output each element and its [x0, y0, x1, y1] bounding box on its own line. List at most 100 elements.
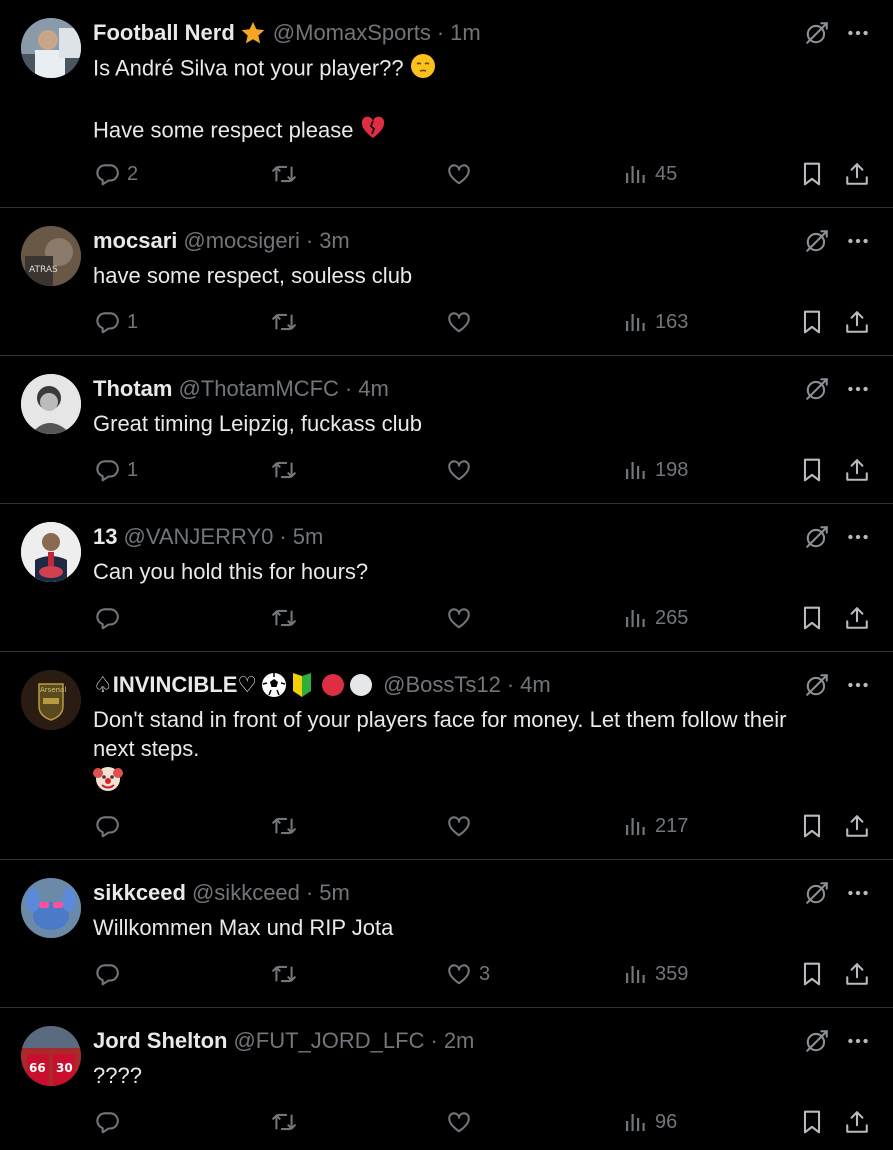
- share-button[interactable]: [844, 960, 870, 988]
- timestamp[interactable]: 3m: [319, 228, 350, 254]
- like-button[interactable]: [446, 812, 479, 840]
- bookmark-button[interactable]: [799, 308, 825, 336]
- more-icon[interactable]: [845, 524, 871, 550]
- svg-text:Arsenal: Arsenal: [40, 686, 66, 694]
- share-button[interactable]: [844, 160, 870, 188]
- tweet[interactable]: 13 @VANJERRY0 · 5m Can you hold this for…: [0, 504, 893, 651]
- timestamp[interactable]: 5m: [293, 524, 324, 550]
- reply-button[interactable]: [94, 1108, 127, 1136]
- retweet-icon: [271, 1109, 297, 1135]
- author-handle[interactable]: @FUT_JORD_LFC: [233, 1028, 424, 1054]
- author-handle[interactable]: @ThotamMCFC: [178, 376, 338, 402]
- more-icon[interactable]: [845, 20, 871, 46]
- grok-icon[interactable]: [804, 672, 830, 698]
- author-name[interactable]: ♤INVINCIBLE♡: [93, 672, 257, 698]
- author-name[interactable]: Thotam: [93, 376, 172, 402]
- tweet[interactable]: 66 30 Jord Shelton @FUT_JORD_LFC · 2m ???…: [0, 1008, 893, 1150]
- tweet[interactable]: Arsenal ♤INVINCIBLE♡ @BossTs12 · 4m Don'…: [0, 652, 893, 859]
- avatar[interactable]: Arsenal: [21, 670, 81, 730]
- reply-button[interactable]: [94, 812, 127, 840]
- bookmark-button[interactable]: [799, 960, 825, 988]
- retweet-button[interactable]: [271, 1108, 297, 1136]
- like-button[interactable]: [446, 308, 479, 336]
- author-name[interactable]: Football Nerd: [93, 20, 235, 46]
- reply-button[interactable]: 1: [94, 456, 138, 484]
- grok-icon[interactable]: [804, 524, 830, 550]
- tweet[interactable]: Thotam @ThotamMCFC · 4m Great timing Lei…: [0, 356, 893, 503]
- retweet-button[interactable]: [271, 308, 297, 336]
- reply-icon: [94, 813, 120, 839]
- retweet-button[interactable]: [271, 812, 297, 840]
- retweet-button[interactable]: [271, 604, 297, 632]
- more-icon[interactable]: [845, 880, 871, 906]
- author-handle[interactable]: @mocsigeri: [183, 228, 299, 254]
- author-name[interactable]: Jord Shelton: [93, 1028, 227, 1054]
- reply-button[interactable]: 1: [94, 308, 138, 336]
- views-button[interactable]: 198: [624, 456, 688, 484]
- views-button[interactable]: 265: [624, 604, 688, 632]
- grok-icon[interactable]: [804, 228, 830, 254]
- author-handle[interactable]: @MomaxSports: [273, 20, 431, 46]
- tweet[interactable]: Football Nerd @MomaxSports · 1m Is André…: [0, 0, 893, 207]
- share-button[interactable]: [844, 812, 870, 840]
- avatar[interactable]: 66 30: [21, 1026, 81, 1086]
- grok-icon[interactable]: [804, 1028, 830, 1054]
- more-icon[interactable]: [845, 228, 871, 254]
- like-button[interactable]: [446, 1108, 479, 1136]
- retweet-button[interactable]: [271, 456, 297, 484]
- more-icon[interactable]: [845, 376, 871, 402]
- share-button[interactable]: [844, 456, 870, 484]
- views-button[interactable]: 163: [624, 308, 688, 336]
- like-button[interactable]: [446, 456, 479, 484]
- author-handle[interactable]: @sikkceed: [192, 880, 300, 906]
- more-icon[interactable]: [845, 1028, 871, 1054]
- like-button[interactable]: 3: [446, 960, 490, 988]
- grok-icon[interactable]: [804, 20, 830, 46]
- retweet-button[interactable]: [271, 960, 297, 988]
- separator-dot: ·: [344, 376, 353, 401]
- avatar[interactable]: [21, 522, 81, 582]
- reply-button[interactable]: [94, 960, 127, 988]
- star-icon: [239, 19, 267, 47]
- author-name[interactable]: sikkceed: [93, 880, 186, 906]
- reply-button[interactable]: [94, 604, 127, 632]
- tweet[interactable]: ATRAS mocsari @mocsigeri · 3m have some …: [0, 208, 893, 355]
- author-name[interactable]: 13: [93, 524, 117, 550]
- tweet[interactable]: sikkceed @sikkceed · 5m Willkommen Max u…: [0, 860, 893, 1007]
- views-button[interactable]: 45: [624, 160, 677, 188]
- bookmark-button[interactable]: [799, 456, 825, 484]
- timestamp[interactable]: 4m: [520, 672, 551, 698]
- views-button[interactable]: 359: [624, 960, 688, 988]
- views-button[interactable]: 217: [624, 812, 688, 840]
- tweet-text-line: [93, 86, 833, 115]
- views-button[interactable]: 96: [624, 1108, 677, 1136]
- grok-icon[interactable]: [804, 880, 830, 906]
- timestamp[interactable]: 4m: [358, 376, 389, 402]
- retweet-button[interactable]: [271, 160, 297, 188]
- bookmark-icon: [799, 161, 825, 187]
- bookmark-button[interactable]: [799, 1108, 825, 1136]
- tweet-text-line: Don't stand in front of your players fac…: [93, 707, 787, 732]
- bookmark-button[interactable]: [799, 604, 825, 632]
- separator-dot: ·: [305, 228, 314, 253]
- author-handle[interactable]: @BossTs12: [383, 672, 501, 698]
- more-icon[interactable]: [845, 672, 871, 698]
- avatar[interactable]: [21, 374, 81, 434]
- timestamp[interactable]: 5m: [319, 880, 350, 906]
- bookmark-button[interactable]: [799, 160, 825, 188]
- bookmark-button[interactable]: [799, 812, 825, 840]
- share-button[interactable]: [844, 1108, 870, 1136]
- timestamp[interactable]: 2m: [444, 1028, 475, 1054]
- timestamp[interactable]: 1m: [450, 20, 481, 46]
- avatar[interactable]: ATRAS: [21, 226, 81, 286]
- author-handle[interactable]: @VANJERRY0: [123, 524, 273, 550]
- avatar[interactable]: [21, 18, 81, 78]
- like-button[interactable]: [446, 160, 479, 188]
- author-name[interactable]: mocsari: [93, 228, 177, 254]
- share-button[interactable]: [844, 308, 870, 336]
- avatar[interactable]: [21, 878, 81, 938]
- reply-button[interactable]: 2: [94, 160, 138, 188]
- like-button[interactable]: [446, 604, 479, 632]
- grok-icon[interactable]: [804, 376, 830, 402]
- share-button[interactable]: [844, 604, 870, 632]
